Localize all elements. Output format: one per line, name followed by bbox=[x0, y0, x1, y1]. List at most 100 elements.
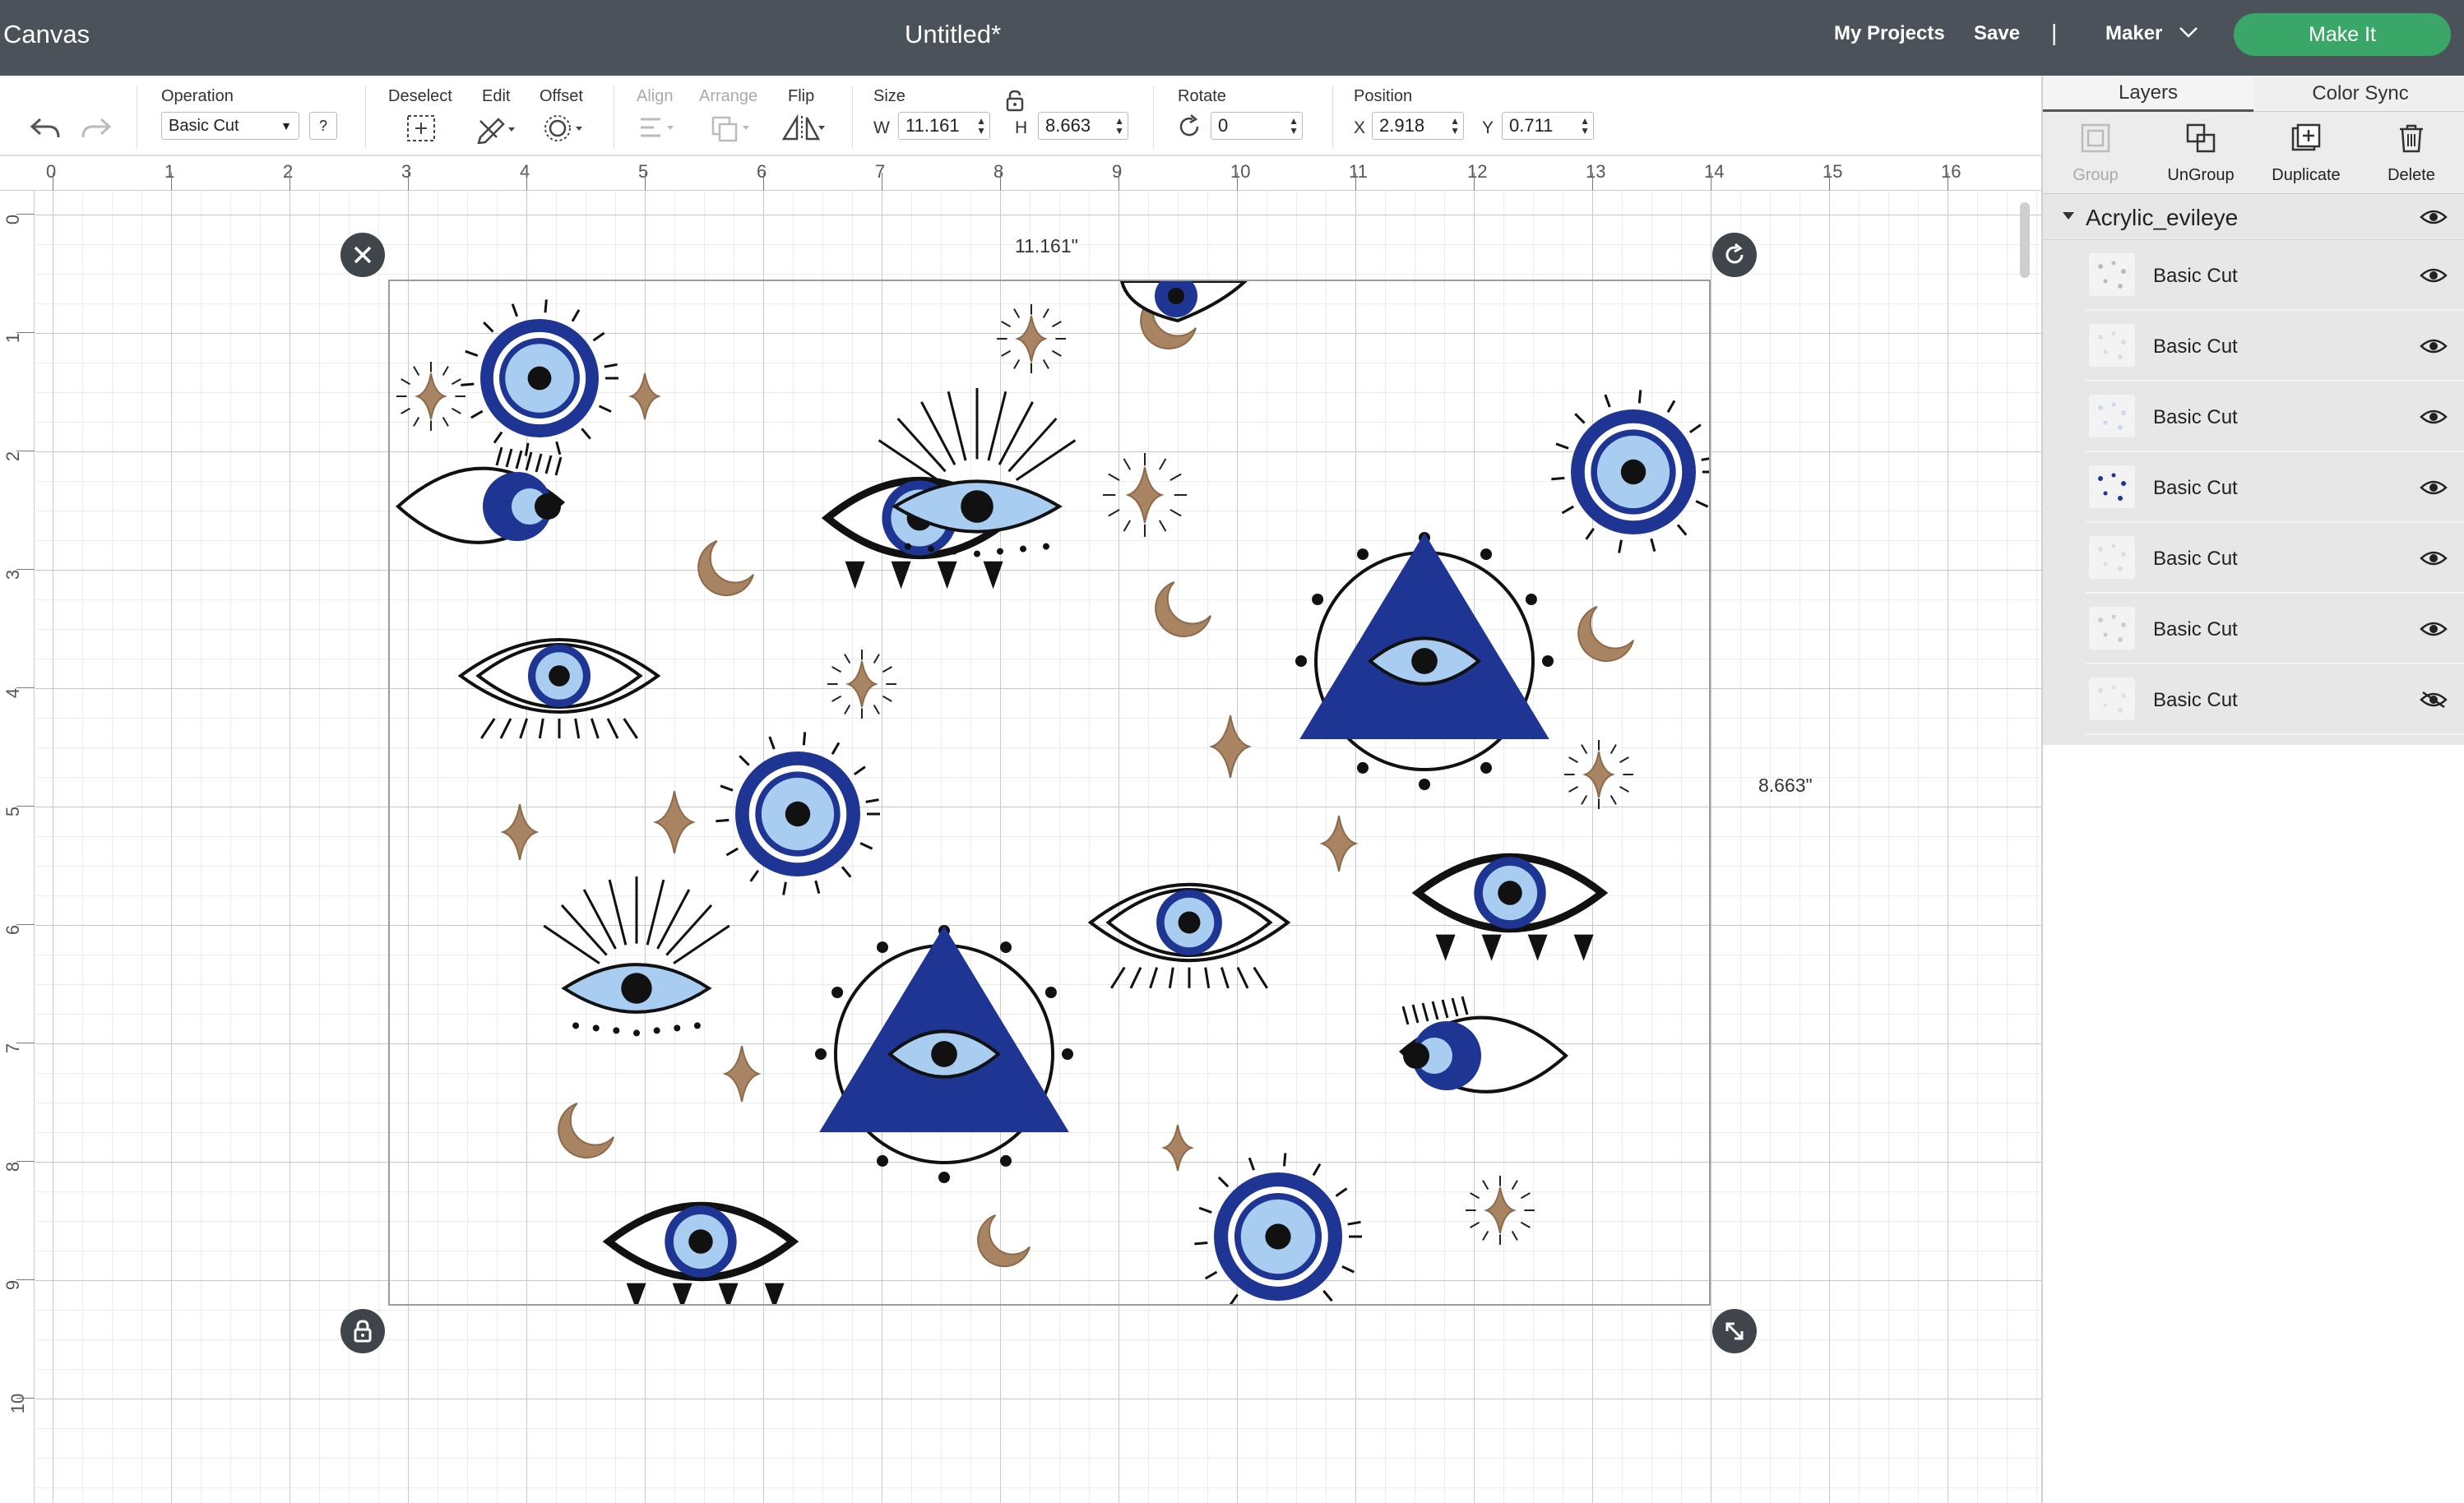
layer-row[interactable]: Basic Cut bbox=[2086, 311, 2464, 382]
make-it-button[interactable]: Make It bbox=[2234, 13, 2451, 56]
eye-hidden-icon[interactable] bbox=[2420, 691, 2448, 709]
eye-icon[interactable] bbox=[2420, 337, 2448, 355]
y-position-input[interactable]: 0.711 ▲ ▼ bbox=[1502, 112, 1594, 140]
ruler-tick-label: 5 bbox=[2, 806, 24, 817]
rotate-handle[interactable] bbox=[1712, 233, 1757, 277]
offset-button[interactable] bbox=[540, 112, 589, 145]
flip-button[interactable] bbox=[776, 112, 829, 145]
save-button[interactable]: Save bbox=[1974, 22, 2020, 45]
x-position-input[interactable]: 2.918 ▲ ▼ bbox=[1372, 112, 1464, 140]
arrange-button[interactable] bbox=[706, 112, 755, 145]
offset-icon bbox=[544, 115, 582, 141]
tab-color-sync[interactable]: Color Sync bbox=[2255, 76, 2464, 112]
toolbar-divider bbox=[1332, 86, 1333, 148]
ruler-tick bbox=[16, 332, 35, 333]
ruler-tick-label: 1 bbox=[2, 332, 24, 344]
width-stepper[interactable]: ▲ ▼ bbox=[976, 116, 986, 136]
ruler-tick-label: 12 bbox=[1467, 161, 1488, 182]
width-value: 11.161 bbox=[905, 115, 960, 136]
collapse-caret-icon[interactable] bbox=[2063, 212, 2074, 220]
chevron-down-icon[interactable] bbox=[2178, 23, 2199, 41]
layer-name: Basic Cut bbox=[2153, 548, 2238, 570]
layer-thumbnail bbox=[2089, 253, 2135, 296]
width-input[interactable]: 11.161 ▲ ▼ bbox=[898, 112, 990, 140]
height-value: 8.663 bbox=[1045, 115, 1091, 136]
group-icon bbox=[2081, 123, 2110, 153]
layer-row[interactable]: Basic Cut bbox=[2086, 382, 2464, 452]
layer-row[interactable]: Basic Cut bbox=[2086, 240, 2464, 311]
my-projects-link[interactable]: My Projects bbox=[1834, 22, 1945, 45]
ruler-tick bbox=[1829, 173, 1830, 191]
rotate-input[interactable]: 0 ▲ ▼ bbox=[1211, 112, 1303, 140]
ruler-tick-label: 9 bbox=[1112, 161, 1123, 182]
eye-icon[interactable] bbox=[2420, 549, 2448, 567]
x-stepper[interactable]: ▲ ▼ bbox=[1450, 116, 1460, 136]
ruler-tick-label: 2 bbox=[2, 451, 24, 462]
align-button[interactable] bbox=[633, 112, 679, 145]
ruler-tick-label: 7 bbox=[2, 1043, 24, 1054]
ruler-tick-label: 2 bbox=[283, 161, 294, 182]
layer-row[interactable]: Basic Cut bbox=[2086, 452, 2464, 523]
flip-label: Flip bbox=[788, 87, 815, 105]
ruler-tick-label: 8 bbox=[993, 161, 1004, 182]
height-input[interactable]: 8.663 ▲ ▼ bbox=[1038, 112, 1128, 140]
delete-button[interactable]: Delete bbox=[2359, 112, 2464, 194]
layer-row[interactable]: Basic Cut bbox=[2086, 523, 2464, 594]
ruler-tick bbox=[16, 1279, 35, 1280]
ungroup-button[interactable]: UnGroup bbox=[2148, 112, 2253, 194]
arrange-label: Arrange bbox=[699, 87, 758, 105]
eye-icon[interactable] bbox=[2420, 266, 2448, 284]
height-dimension: 8.663" bbox=[1758, 775, 1813, 796]
ruler-tick-label: 9 bbox=[2, 1279, 24, 1291]
x-position-value: 2.918 bbox=[1379, 115, 1425, 136]
height-stepper[interactable]: ▲ ▼ bbox=[1114, 116, 1124, 136]
duplicate-button[interactable]: Duplicate bbox=[2253, 112, 2359, 194]
y-label: Y bbox=[1482, 118, 1494, 137]
ruler-tick bbox=[408, 173, 409, 191]
selection-box[interactable] bbox=[388, 280, 1711, 1306]
layer-actions: Group UnGroup Duplicate Delete bbox=[2043, 112, 2464, 194]
lock-handle[interactable] bbox=[340, 1309, 385, 1353]
tab-layers[interactable]: Layers bbox=[2043, 76, 2253, 112]
operation-label: Operation bbox=[161, 87, 234, 105]
layer-row[interactable]: Basic Cut bbox=[2086, 594, 2464, 664]
layer-thumbnail bbox=[2089, 324, 2135, 367]
canvas-scrollbar[interactable] bbox=[2020, 202, 2030, 278]
ruler-tick-label: 7 bbox=[875, 161, 886, 182]
duplicate-label: Duplicate bbox=[2272, 166, 2341, 184]
align-label: Align bbox=[637, 87, 674, 105]
operation-value: Basic Cut bbox=[169, 116, 239, 135]
redo-button[interactable] bbox=[76, 112, 117, 145]
layer-group-name: Acrylic_evileye bbox=[2086, 205, 2239, 230]
eye-icon[interactable] bbox=[2420, 479, 2448, 497]
rotate-stepper[interactable]: ▲ ▼ bbox=[1289, 116, 1299, 136]
eye-icon[interactable] bbox=[2420, 408, 2448, 426]
offset-label: Offset bbox=[540, 87, 583, 105]
eye-icon[interactable] bbox=[2420, 620, 2448, 638]
undo-icon bbox=[30, 118, 60, 138]
delete-handle[interactable] bbox=[340, 233, 385, 277]
layer-name: Basic Cut bbox=[2153, 335, 2238, 358]
operation-help-button[interactable]: ? bbox=[309, 112, 337, 140]
operation-select[interactable]: Basic Cut ▼ bbox=[161, 112, 299, 140]
document-title[interactable]: Untitled* bbox=[905, 20, 1001, 49]
deselect-button[interactable] bbox=[398, 112, 444, 145]
layer-group-row[interactable]: Acrylic_evileye bbox=[2043, 194, 2464, 240]
undo-button[interactable] bbox=[25, 112, 66, 145]
ruler-tick bbox=[1000, 173, 1001, 191]
ruler-tick bbox=[1592, 173, 1593, 191]
layer-name: Basic Cut bbox=[2153, 265, 2238, 287]
trash-icon bbox=[2400, 124, 2423, 153]
toolbar-divider bbox=[365, 86, 366, 148]
ruler-tick-label: 16 bbox=[1941, 161, 1961, 182]
ruler-tick-label: 10 bbox=[1230, 161, 1251, 182]
layer-row[interactable]: Basic Cut bbox=[2086, 664, 2464, 735]
resize-handle[interactable] bbox=[1712, 1309, 1757, 1353]
edit-button[interactable] bbox=[472, 112, 521, 145]
ruler-tick bbox=[645, 173, 646, 191]
machine-select[interactable]: Maker bbox=[2105, 22, 2162, 45]
group-button[interactable]: Group bbox=[2043, 112, 2148, 194]
lock-proportions-icon[interactable] bbox=[1005, 89, 1025, 112]
y-stepper[interactable]: ▲ ▼ bbox=[1580, 116, 1590, 136]
eye-icon[interactable] bbox=[2420, 208, 2448, 226]
